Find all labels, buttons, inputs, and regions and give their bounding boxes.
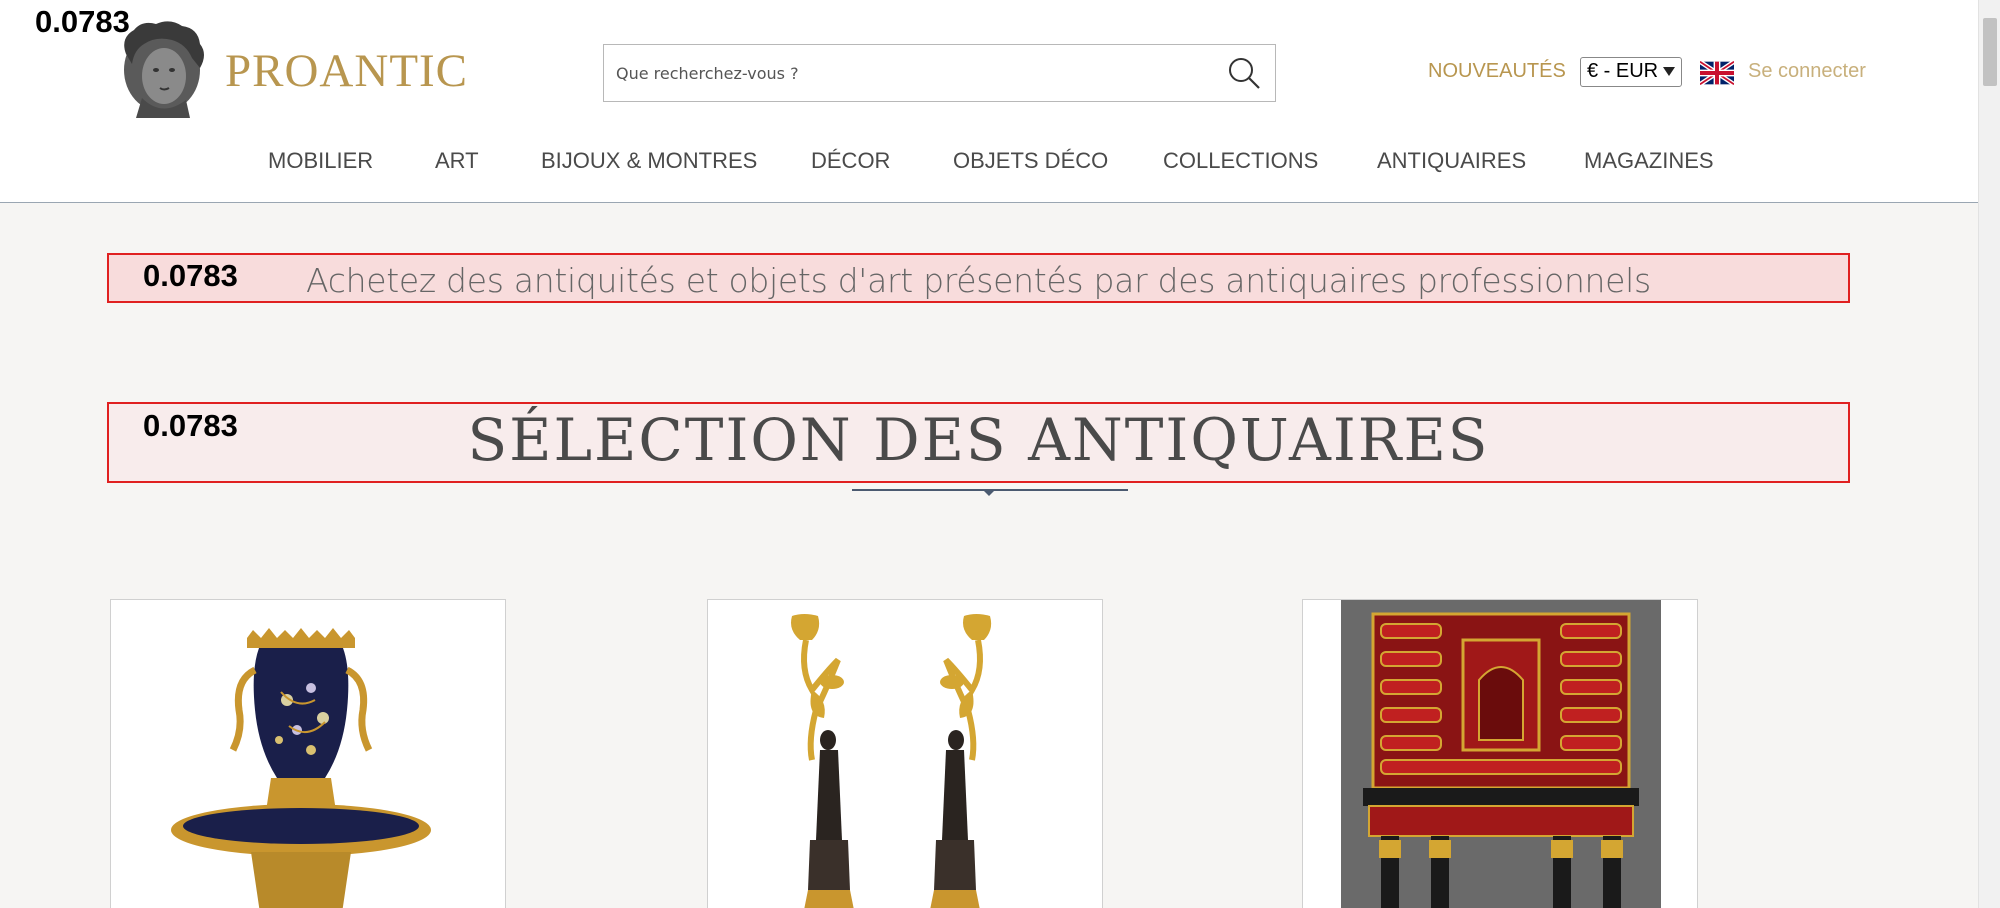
nav-item-antiquaires[interactable]: ANTIQUAIRES bbox=[1377, 148, 1526, 174]
product-image-cabinet[interactable] bbox=[1303, 600, 1698, 908]
nav-item-decor[interactable]: DÉCOR bbox=[811, 148, 890, 174]
brand-logo-text[interactable]: PROANTIC bbox=[225, 44, 468, 98]
product-image-candelabra[interactable] bbox=[708, 600, 1103, 908]
search-bar bbox=[603, 44, 1276, 102]
product-card-vase[interactable] bbox=[110, 599, 506, 908]
nav-item-art[interactable]: ART bbox=[435, 148, 479, 174]
nav-item-mobilier[interactable]: MOBILIER bbox=[268, 148, 373, 174]
scrollbar-thumb[interactable] bbox=[1983, 18, 1997, 86]
product-card-candelabra[interactable] bbox=[707, 599, 1103, 908]
section-title: SÉLECTION DES ANTIQUAIRES bbox=[467, 406, 1490, 474]
currency-select-value: € - EUR bbox=[1587, 60, 1659, 82]
login-link[interactable]: Se connecter bbox=[1748, 60, 1866, 83]
nav-item-bijoux-montres[interactable]: BIJOUX & MONTRES bbox=[541, 148, 757, 174]
product-card-cabinet[interactable] bbox=[1302, 599, 1698, 908]
select-caret-icon bbox=[1663, 67, 1675, 76]
debug-score-label: 0.0783 bbox=[143, 258, 238, 293]
search-icon[interactable] bbox=[1227, 56, 1261, 90]
currency-select[interactable]: € - EUR bbox=[1580, 57, 1682, 87]
product-image-vase[interactable] bbox=[111, 600, 506, 908]
uk-flag-icon[interactable] bbox=[1700, 61, 1734, 85]
section-title-box: SÉLECTION DES ANTIQUAIRES bbox=[107, 402, 1850, 483]
nav-item-objets-deco[interactable]: OBJETS DÉCO bbox=[953, 148, 1108, 174]
search-input[interactable] bbox=[616, 45, 1206, 101]
debug-score-label: 0.0783 bbox=[143, 408, 238, 443]
tagline-banner: Achetez des antiquités et objets d'art p… bbox=[107, 253, 1850, 303]
main-nav: MOBILIER ART BIJOUX & MONTRES DÉCOR OBJE… bbox=[0, 148, 1978, 184]
debug-score-label: 0.0783 bbox=[35, 4, 130, 39]
nav-item-magazines[interactable]: MAGAZINES bbox=[1584, 148, 1714, 174]
nav-item-collections[interactable]: COLLECTIONS bbox=[1163, 148, 1318, 174]
title-underline-caret bbox=[983, 490, 995, 496]
page-scrollbar[interactable] bbox=[1978, 0, 2000, 908]
site-header: 0.0783 PROANTIC NOUVEAUTÉS € - EUR Se co… bbox=[0, 0, 1978, 203]
tagline-text: Achetez des antiquités et objets d'art p… bbox=[306, 261, 1651, 300]
new-items-link[interactable]: NOUVEAUTÉS bbox=[1428, 60, 1566, 83]
